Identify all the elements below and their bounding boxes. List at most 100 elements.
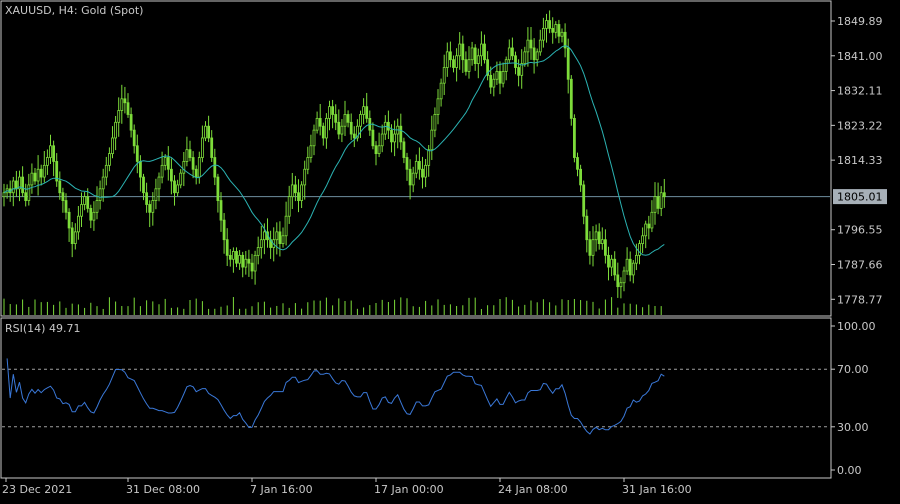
candle-body: [132, 129, 136, 147]
candle-body: [297, 192, 300, 201]
chart-window[interactable]: 1849.89 1841.00 1832.11 1823.22 1814.33 1796.…: [0, 0, 900, 500]
candle-body: [321, 125, 325, 139]
candle-body: [77, 215, 80, 233]
candle-body: [510, 47, 514, 57]
candle-body: [14, 180, 18, 190]
candle-body: [61, 192, 65, 201]
candle-body: [216, 176, 220, 201]
price-tick-label: 1832.11: [837, 85, 883, 98]
rsi-tick-label: 0.00: [837, 464, 862, 477]
candle-body: [188, 149, 192, 158]
candle-body: [64, 200, 68, 213]
candle-body: [179, 172, 183, 186]
candle-body: [21, 176, 25, 194]
symbol-label: XAUUSD, H4: Gold (Spot): [5, 4, 143, 17]
candle-body: [104, 164, 108, 178]
candle-body: [560, 31, 564, 37]
chart-canvas[interactable]: 1849.89 1841.00 1832.11 1823.22 1814.33 1796.…: [0, 0, 900, 500]
candle-body: [576, 157, 579, 170]
candle-body: [495, 71, 499, 80]
candle-body: [120, 98, 124, 111]
candle-body: [597, 231, 601, 245]
candle-body: [526, 39, 530, 53]
price-tick-label: 1823.22: [837, 119, 883, 132]
candle-body: [393, 133, 397, 143]
candle-body: [42, 164, 46, 178]
candle-body: [504, 59, 508, 72]
candle-body: [464, 59, 468, 72]
candle-body: [204, 125, 207, 139]
candle-body: [24, 192, 28, 201]
candle-body: [86, 196, 90, 209]
candle-body: [142, 176, 145, 194]
candle-body: [439, 82, 443, 100]
candle-body: [448, 51, 452, 61]
rsi-levels: [2, 368, 830, 428]
candle-body: [659, 192, 663, 209]
candle-body: [523, 51, 527, 65]
candle-body: [408, 168, 412, 186]
time-axis: 23 Dec 2021 31 Dec 08:00 7 Jan 16:00 17 Jan…: [2, 478, 692, 496]
candle-body: [349, 121, 353, 135]
candle-body: [151, 200, 155, 213]
candle-body: [458, 43, 462, 57]
time-tick-label: 31 Dec 08:00: [126, 483, 200, 496]
candle-body: [374, 145, 378, 155]
candle-body: [191, 157, 195, 170]
candle-body: [656, 196, 660, 209]
candle-body: [625, 258, 629, 272]
candle-body: [628, 258, 632, 276]
candle-body: [653, 196, 657, 213]
candle-body: [324, 117, 328, 139]
candle-body: [312, 129, 316, 147]
candle-body: [92, 211, 96, 221]
ma-line: [3, 45, 665, 256]
rsi-panel-frame: [0, 317, 832, 479]
candle-body: [275, 231, 279, 241]
rsi-tick-label: 70.00: [837, 363, 869, 376]
candle-body: [213, 157, 217, 178]
candle-body: [185, 149, 189, 162]
candle-body: [89, 207, 93, 221]
candle-body: [108, 153, 111, 166]
candle-body: [225, 239, 229, 256]
candle-body: [566, 47, 570, 80]
candle-body: [359, 114, 362, 127]
price-tick-label: 1787.66: [837, 259, 883, 272]
candle-body: [529, 39, 533, 49]
candle-body: [545, 20, 548, 29]
candle-body: [129, 114, 133, 131]
candle-body: [514, 55, 517, 68]
candle-body: [238, 254, 242, 264]
candle-body: [470, 47, 474, 61]
candle-body: [489, 74, 493, 88]
price-tick-label: 1814.33: [837, 154, 883, 167]
candle-body: [148, 204, 152, 213]
current-price-badge: 1805.01: [833, 189, 887, 205]
candle-body: [569, 78, 573, 119]
rsi-label: RSI(14) 49.71: [5, 322, 80, 335]
candle-body: [200, 137, 204, 158]
time-tick-label: 24 Jan 08:00: [498, 483, 568, 496]
candle-body: [371, 129, 375, 147]
candle-body: [194, 168, 198, 178]
rsi-line: [6, 358, 665, 435]
candle-body: [616, 274, 620, 288]
candle-body: [386, 121, 390, 131]
candle-body: [197, 157, 201, 178]
candle-body: [169, 168, 173, 182]
candle-body: [315, 117, 319, 131]
candle-body: [377, 145, 381, 155]
candle-body: [644, 223, 648, 237]
candle-body: [259, 239, 263, 248]
candle-body: [331, 106, 335, 115]
candle-body: [427, 149, 431, 166]
candle-body: [176, 184, 180, 194]
candle-body: [619, 282, 623, 288]
candle-body: [507, 47, 511, 61]
candle-body: [278, 231, 282, 245]
candle-body: [163, 157, 167, 166]
candle-body: [73, 231, 77, 245]
candle-body: [287, 196, 291, 217]
candle-body: [46, 157, 49, 166]
